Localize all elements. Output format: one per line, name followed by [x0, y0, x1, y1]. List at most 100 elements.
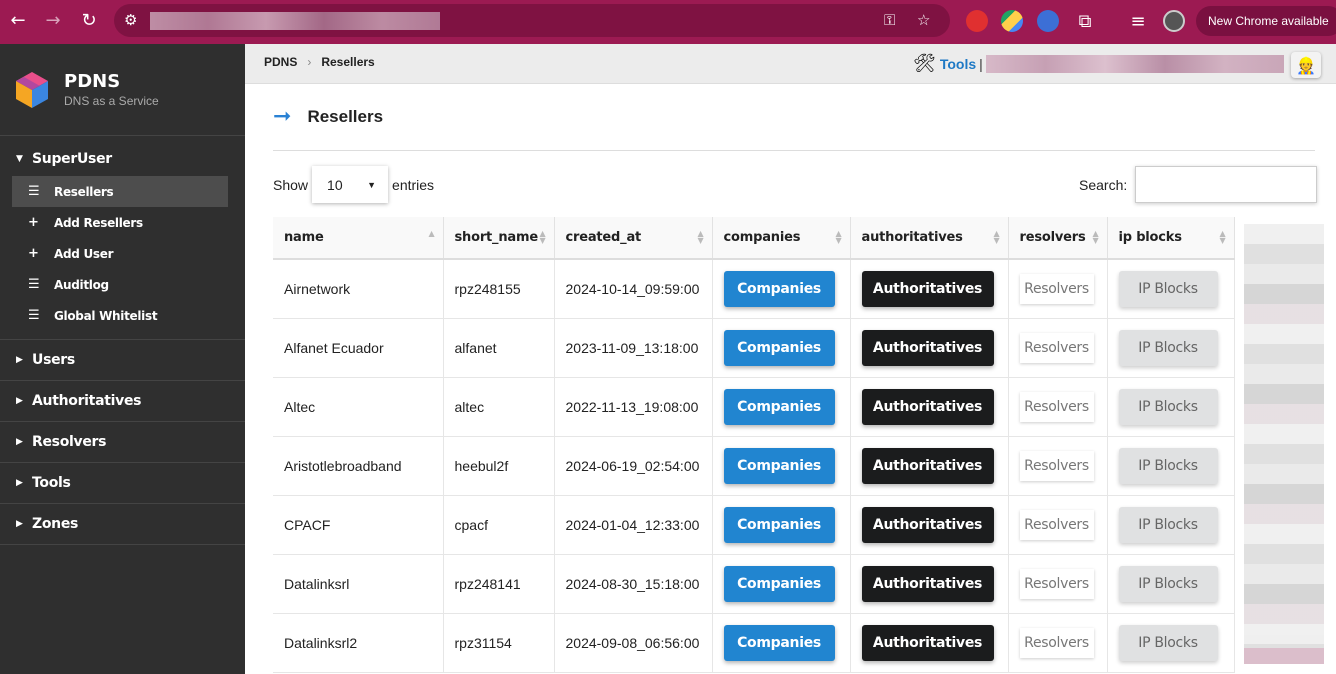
- sidebar-group-label: Resolvers: [32, 434, 107, 450]
- new-chrome-available-button[interactable]: New Chrome available: [1196, 6, 1336, 36]
- resolvers-button[interactable]: Resolvers: [1019, 568, 1094, 599]
- resolvers-button[interactable]: Resolvers: [1019, 450, 1094, 481]
- cell-name: CPACF: [273, 495, 444, 555]
- forward-icon[interactable]: →: [41, 8, 65, 32]
- column-header-short-name[interactable]: short_name ▲ ▼: [443, 217, 555, 260]
- plus-icon: +: [28, 246, 39, 261]
- address-bar[interactable]: ⚙ ⚿ ☆: [114, 4, 950, 37]
- profile-avatar[interactable]: [1163, 10, 1185, 32]
- extension-icon[interactable]: [966, 10, 988, 32]
- companies-button[interactable]: Companies: [723, 624, 835, 661]
- sidebar-item-label: Resellers: [54, 184, 114, 199]
- entries-select[interactable]: 10 ▼: [312, 166, 389, 203]
- resolvers-button[interactable]: Resolvers: [1019, 509, 1094, 540]
- ip-blocks-button[interactable]: IP Blocks: [1118, 624, 1218, 661]
- superuser-toggle[interactable]: ▼ SuperUser: [0, 136, 245, 176]
- cell-created-at: 2024-10-14_09:59:00: [554, 259, 713, 319]
- cell-companies: Companies: [712, 259, 851, 319]
- sidebar-item-resellers[interactable]: ☰ Resellers: [12, 176, 228, 207]
- page-title-text: Resellers: [307, 106, 384, 126]
- table-body: Airnetwork rpz248155 2024-10-14_09:59:00 Co…: [273, 259, 1235, 673]
- bookmark-star-icon[interactable]: ☆: [917, 11, 930, 29]
- sidebar-item-add-user[interactable]: + Add User: [12, 238, 228, 269]
- authoritatives-button[interactable]: Authoritatives: [861, 447, 994, 484]
- column-header-companies[interactable]: companies ▲ ▼: [712, 217, 851, 260]
- ip-blocks-button[interactable]: IP Blocks: [1118, 329, 1218, 366]
- authoritatives-button[interactable]: Authoritatives: [861, 565, 994, 602]
- sidebar-item-add-resellers[interactable]: + Add Resellers: [12, 207, 228, 238]
- reseller-created-at: 2024-06-19_02:54:00: [565, 457, 700, 474]
- sidebar-group-tools[interactable]: ▶ Tools: [0, 463, 245, 504]
- reseller-created-at: 2024-09-08_06:56:00: [565, 634, 700, 651]
- column-header-label: authoritatives: [861, 230, 963, 245]
- ip-blocks-button[interactable]: IP Blocks: [1118, 447, 1218, 484]
- extension-icon[interactable]: [1037, 10, 1059, 32]
- tools-menu[interactable]: 🛠 Tools |: [913, 53, 1284, 74]
- companies-button[interactable]: Companies: [723, 388, 835, 425]
- sidebar-group-zones[interactable]: ▶ Zones: [0, 504, 245, 545]
- sidebar-item-auditlog[interactable]: ☰ Auditlog: [12, 269, 228, 300]
- site-settings-icon[interactable]: ⚙: [124, 11, 137, 29]
- companies-button[interactable]: Companies: [723, 447, 835, 484]
- list-icon: ☰: [28, 308, 40, 323]
- password-key-icon[interactable]: ⚿: [884, 11, 895, 29]
- sidebar-item-global-whitelist[interactable]: ☰ Global Whitelist: [12, 300, 228, 331]
- drive-icon[interactable]: [1001, 10, 1023, 32]
- authoritatives-button[interactable]: Authoritatives: [861, 329, 994, 366]
- authoritatives-button[interactable]: Authoritatives: [861, 270, 994, 307]
- cell-resolvers: Resolvers: [1008, 495, 1108, 555]
- cell-ip-blocks: IP Blocks: [1107, 436, 1235, 496]
- authoritatives-button[interactable]: Authoritatives: [861, 506, 994, 543]
- authoritatives-button[interactable]: Authoritatives: [861, 624, 994, 661]
- column-header-name[interactable]: name ▲: [273, 217, 444, 260]
- column-header-label: ip blocks: [1118, 230, 1182, 245]
- caret-right-icon: ▶: [16, 396, 23, 406]
- column-header-authoritatives[interactable]: authoritatives ▲ ▼: [850, 217, 1009, 260]
- sort-icon: ▲ ▼: [835, 229, 842, 245]
- column-header-created-at[interactable]: created_at ▲ ▼: [554, 217, 713, 260]
- ip-blocks-button[interactable]: IP Blocks: [1118, 388, 1218, 425]
- brand-name: PDNS: [64, 71, 121, 92]
- extensions-puzzle-icon[interactable]: ⧉: [1073, 9, 1097, 33]
- cell-ip-blocks: IP Blocks: [1107, 613, 1235, 673]
- separator: |: [979, 55, 983, 72]
- ip-blocks-button[interactable]: IP Blocks: [1118, 270, 1218, 307]
- cell-resolvers: Resolvers: [1008, 377, 1108, 437]
- tools-label[interactable]: Tools: [940, 56, 976, 72]
- reseller-created-at: 2022-11-13_19:08:00: [565, 398, 699, 415]
- companies-button[interactable]: Companies: [723, 565, 835, 602]
- search-input[interactable]: [1135, 166, 1318, 203]
- sidebar-group-authoritatives[interactable]: ▶ Authoritatives: [0, 381, 245, 422]
- column-header-label: short_name: [454, 230, 539, 245]
- sidebar-group-resolvers[interactable]: ▶ Resolvers: [0, 422, 245, 463]
- reseller-short-name: alfanet: [454, 339, 497, 356]
- reseller-short-name: heebul2f: [454, 457, 509, 474]
- cell-short-name: rpz31154: [443, 613, 555, 673]
- user-avatar-icon[interactable]: 👷: [1291, 52, 1321, 78]
- companies-button[interactable]: Companies: [723, 270, 835, 307]
- ip-blocks-button[interactable]: IP Blocks: [1118, 506, 1218, 543]
- column-header-label: created_at: [565, 230, 642, 245]
- breadcrumb-root[interactable]: PDNS: [264, 55, 297, 69]
- resolvers-button[interactable]: Resolvers: [1019, 627, 1094, 658]
- authoritatives-button[interactable]: Authoritatives: [861, 388, 994, 425]
- sidebar-group-users[interactable]: ▶ Users: [0, 340, 245, 381]
- reseller-created-at: 2023-11-09_13:18:00: [565, 339, 699, 356]
- resolvers-button[interactable]: Resolvers: [1019, 332, 1094, 363]
- list-icon: ☰: [28, 277, 40, 292]
- media-controls-icon[interactable]: ≡: [1126, 9, 1150, 33]
- column-header-resolvers[interactable]: resolvers ▲ ▼: [1008, 217, 1108, 260]
- reload-icon[interactable]: ↻: [77, 8, 101, 32]
- caret-right-icon: ▶: [16, 478, 23, 488]
- brand[interactable]: PDNS DNS as a Service: [0, 44, 245, 136]
- companies-button[interactable]: Companies: [723, 329, 835, 366]
- cell-resolvers: Resolvers: [1008, 554, 1108, 614]
- caret-down-icon: ▼: [367, 179, 377, 190]
- resolvers-button[interactable]: Resolvers: [1019, 273, 1094, 304]
- companies-button[interactable]: Companies: [723, 506, 835, 543]
- ip-blocks-button[interactable]: IP Blocks: [1118, 565, 1218, 602]
- column-header-ip-blocks[interactable]: ip blocks ▲ ▼: [1107, 217, 1235, 260]
- table-row: Airnetwork rpz248155 2024-10-14_09:59:00 Co…: [273, 259, 1235, 319]
- back-icon[interactable]: ←: [6, 8, 30, 32]
- resolvers-button[interactable]: Resolvers: [1019, 391, 1094, 422]
